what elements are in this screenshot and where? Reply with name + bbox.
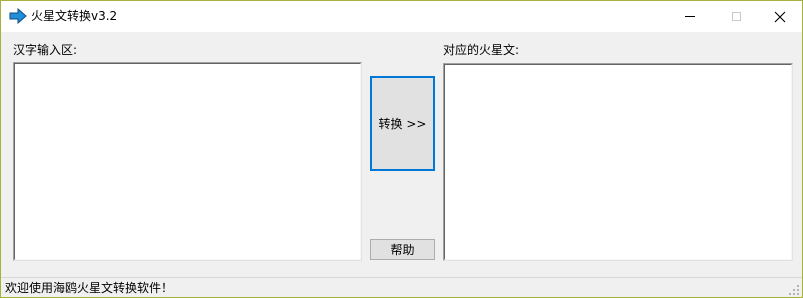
- close-button[interactable]: [757, 1, 802, 32]
- help-button[interactable]: 帮助: [370, 239, 435, 260]
- minimize-button[interactable]: [667, 1, 713, 32]
- status-text: 欢迎使用海鸥火星文转换软件！: [5, 281, 174, 295]
- maximize-button[interactable]: [713, 1, 759, 32]
- martian-output-textarea[interactable]: [443, 63, 793, 261]
- minimize-icon: [685, 16, 695, 17]
- blue-arrow-right-icon: [9, 8, 27, 24]
- app-window: 火星文转换v3.2 汉字输入区: 对应的火星文: 转换 >> 帮助 欢迎使用海鸥…: [0, 0, 803, 298]
- convert-button[interactable]: 转换 >>: [370, 76, 435, 171]
- output-label: 对应的火星文:: [443, 43, 520, 57]
- maximize-icon: [731, 12, 741, 21]
- chinese-input-textarea[interactable]: [13, 62, 362, 261]
- input-label: 汉字输入区:: [13, 43, 78, 57]
- close-icon: [774, 11, 786, 22]
- resize-grip-icon[interactable]: [789, 285, 800, 296]
- status-bar: 欢迎使用海鸥火星文转换软件！: [1, 277, 802, 297]
- title-bar[interactable]: 火星文转换v3.2: [1, 1, 802, 32]
- window-title: 火星文转换v3.2: [31, 9, 118, 23]
